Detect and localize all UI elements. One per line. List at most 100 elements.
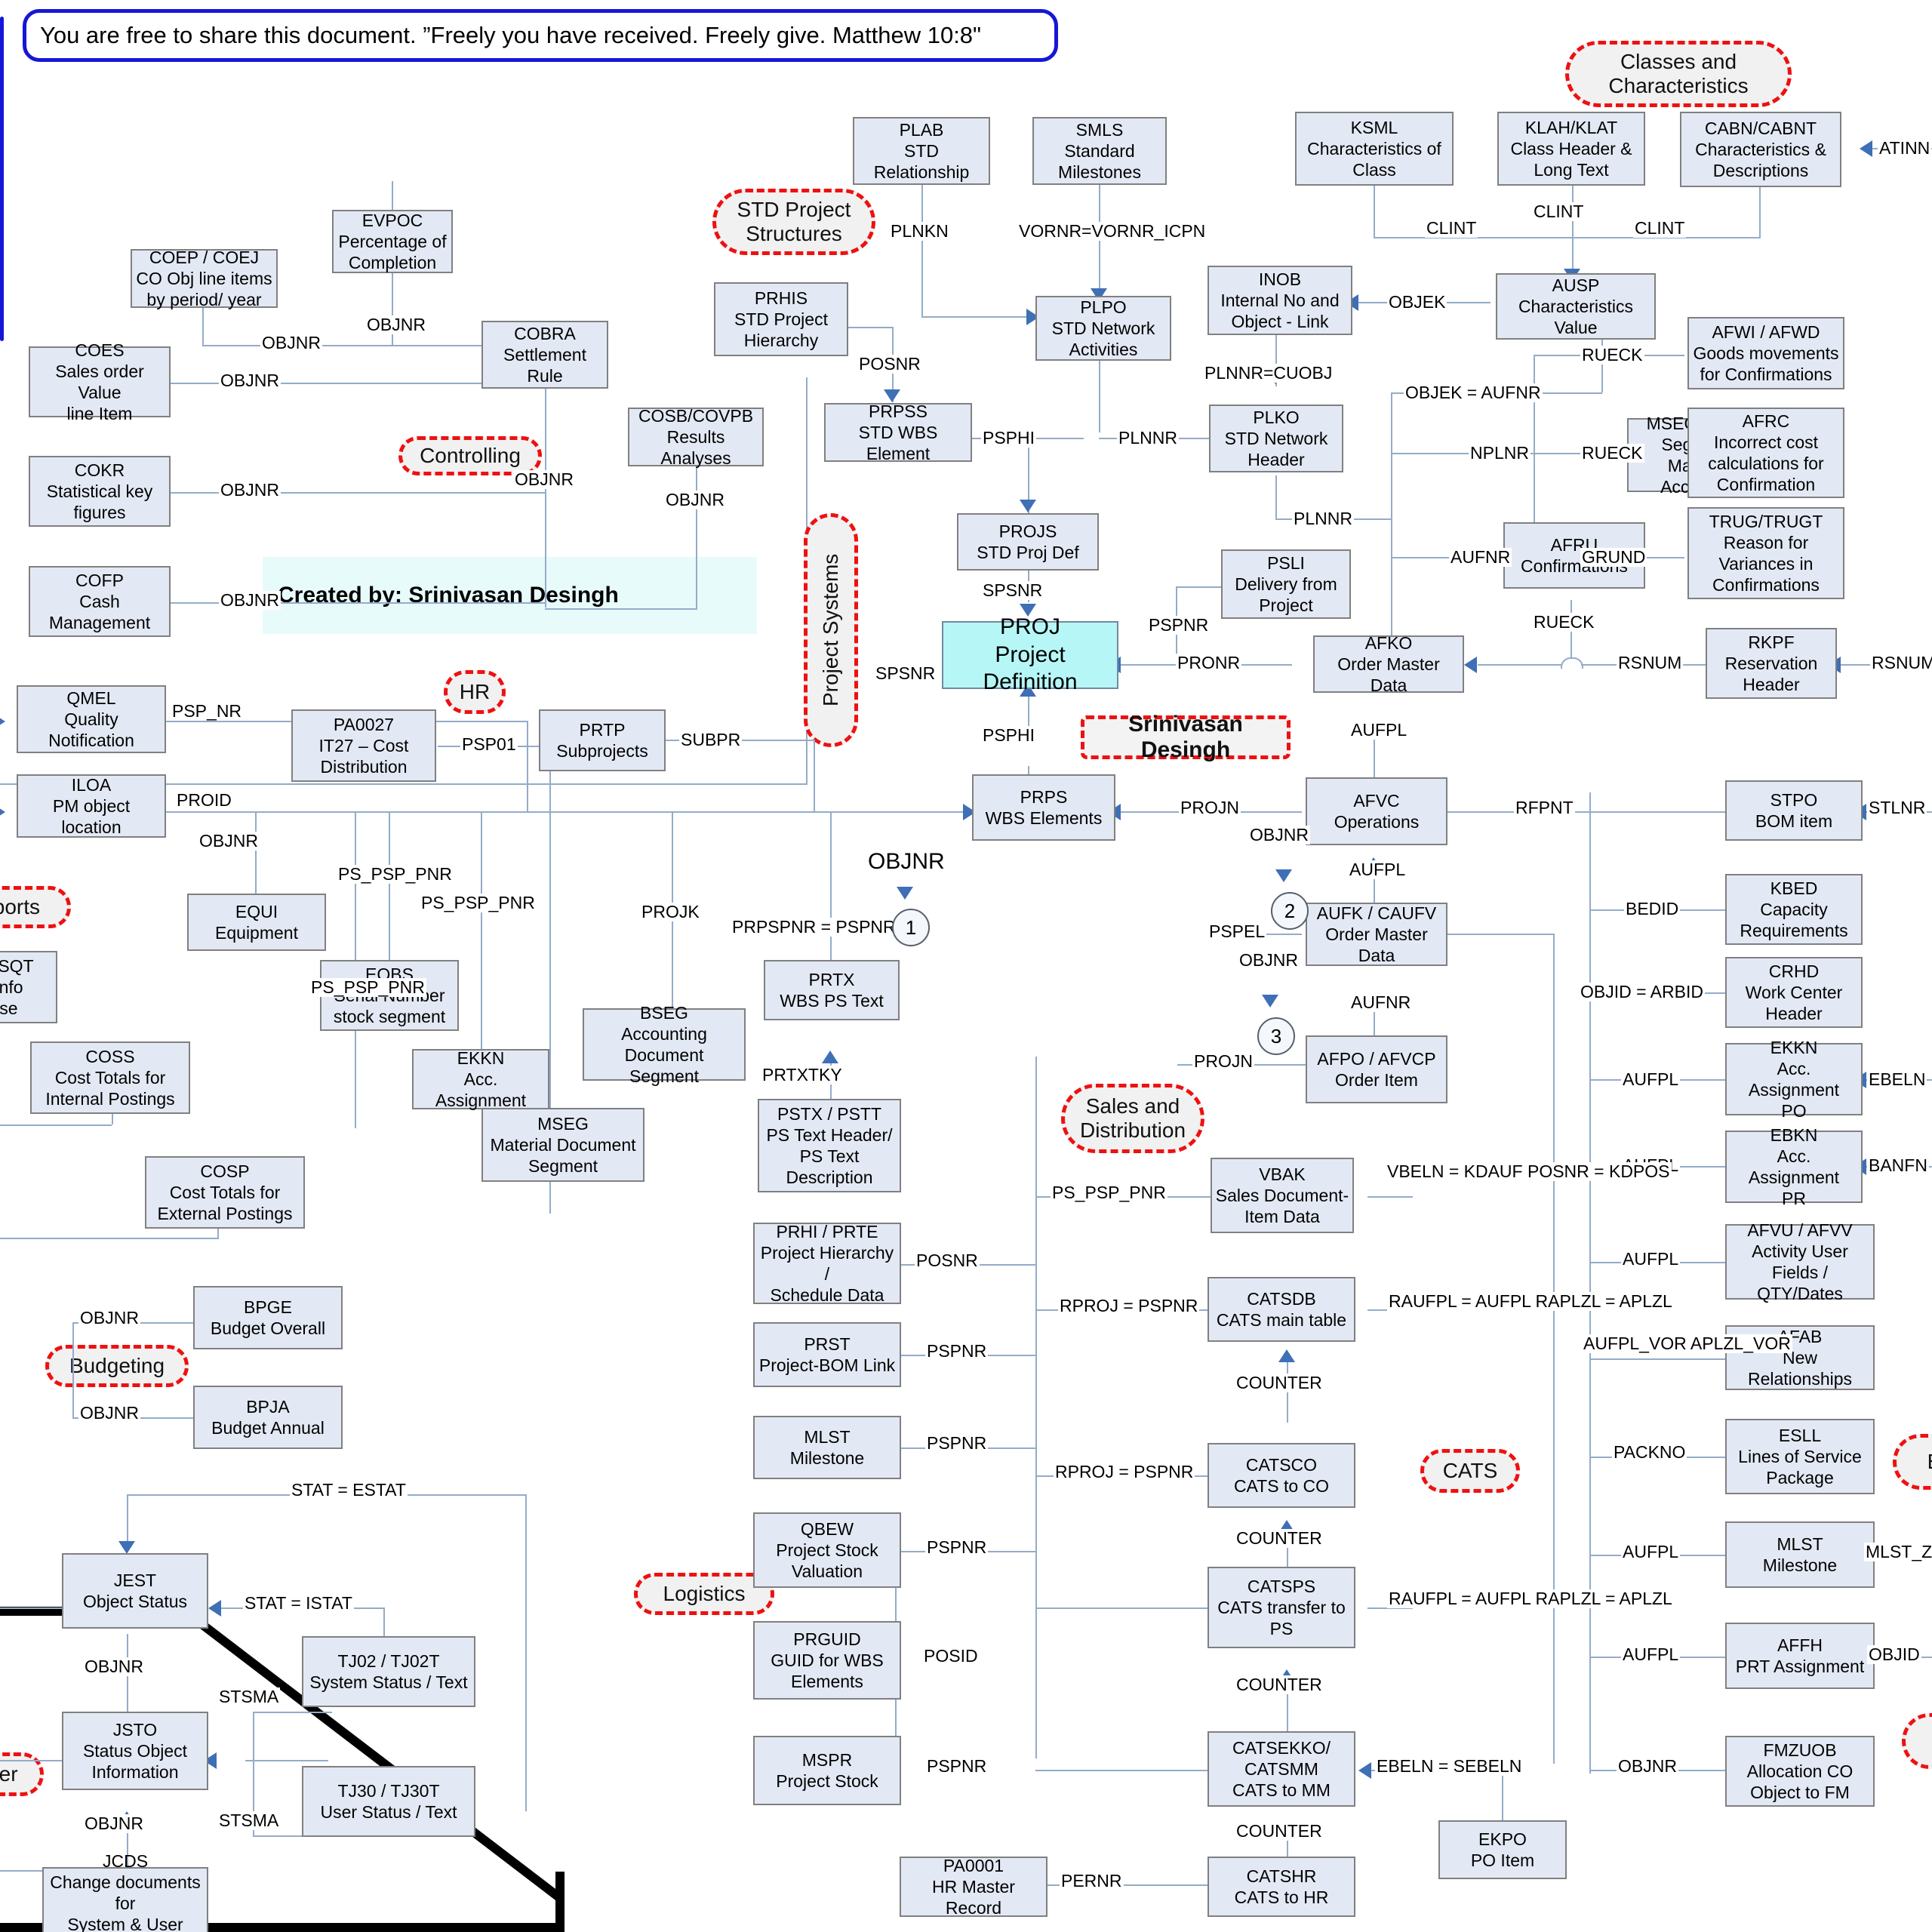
table-equi[interactable]: EQUI Equipment: [187, 894, 326, 951]
table-afvu-afvv[interactable]: AFVU / AFVV Activity User Fields / QTY/D…: [1725, 1220, 1875, 1303]
table-coss[interactable]: COSS Cost Totals for Internal Postings: [30, 1041, 190, 1114]
table-cofp[interactable]: COFP Cash Management: [29, 566, 171, 637]
table-qbew[interactable]: QBEW Project Stock Valuation: [753, 1512, 901, 1588]
table-catsps[interactable]: CATSPS CATS transfer to PS: [1208, 1567, 1355, 1648]
table-psli[interactable]: PSLI Delivery from Project: [1221, 549, 1351, 619]
table-qmel[interactable]: QMEL Quality Notification: [17, 685, 166, 753]
label-raufpl-2: RAUFPL = AUFPL RAPLZL = APLZL: [1387, 1589, 1674, 1609]
table-inob[interactable]: INOB Internal No and Object - Link: [1208, 266, 1352, 335]
table-cosp[interactable]: COSP Cost Totals for External Postings: [145, 1156, 305, 1229]
table-crhd[interactable]: CRHD Work Center Header: [1725, 957, 1863, 1028]
table-proj[interactable]: PROJ Project Definition: [942, 614, 1118, 694]
table-ekpo[interactable]: EKPO PO Item: [1438, 1820, 1567, 1879]
arrow-counter-catsdb: [1278, 1349, 1295, 1362]
table-stpo[interactable]: STPO BOM item: [1725, 780, 1863, 841]
table-tj02-tj02t[interactable]: TJ02 / TJ02T System Status / Text: [302, 1636, 475, 1707]
table-prps[interactable]: PRPS WBS Elements: [972, 774, 1115, 841]
table-plpo[interactable]: PLPO STD Network Activities: [1035, 296, 1171, 361]
table-cokr[interactable]: COKR Statistical key figures: [29, 456, 171, 527]
table-catsco[interactable]: CATSCO CATS to CO: [1208, 1443, 1355, 1508]
table-mseg[interactable]: MSEG Material Document Segment: [481, 1108, 645, 1182]
table-mspr[interactable]: MSPR Project Stock: [753, 1736, 901, 1805]
table-rkpf[interactable]: RKPF Reservation Header: [1706, 628, 1837, 699]
table-catsekko-catsmm[interactable]: CATSEKKO/ CATSMM CATS to MM: [1208, 1731, 1355, 1807]
table-ksml[interactable]: KSML Characteristics of Class: [1295, 112, 1454, 186]
table-vbak[interactable]: VBAK Sales Document- Item Data: [1211, 1158, 1354, 1233]
table-cobra[interactable]: COBRA Settlement Rule: [481, 321, 608, 389]
line-stsma-tj02: [253, 1712, 332, 1713]
arrow-psphi-projs: [1020, 500, 1036, 512]
label-projn-afvc: PROJN: [1179, 798, 1241, 818]
table-mlst-mid[interactable]: MLST Milestone: [753, 1416, 901, 1479]
table-afpo-afvcp[interactable]: AFPO / AFVCP Order Item: [1306, 1035, 1447, 1103]
table-mlst-right[interactable]: MLST Milestone: [1725, 1521, 1875, 1588]
table-projs[interactable]: PROJS STD Proj Def: [957, 513, 1099, 571]
table-evpoc[interactable]: EVPOC Percentage of Completion: [332, 210, 453, 273]
pill-budgeting: Budgeting: [45, 1345, 189, 1387]
table-afrc[interactable]: AFRC Incorrect cost calculations for Con…: [1687, 408, 1844, 498]
label-objnr-coes: OBJNR: [219, 371, 281, 391]
table-coep-coej[interactable]: COEP / COEJ CO Obj line items by period/…: [131, 248, 278, 309]
table-iloa[interactable]: ILOA PM object location: [17, 774, 166, 838]
line-afru-down: [1571, 600, 1572, 664]
table-affh[interactable]: AFFH PRT Assignment: [1725, 1623, 1875, 1689]
line-afab: [1589, 1358, 1727, 1360]
table-bseg[interactable]: BSEG Accounting Document Segment: [583, 1003, 746, 1086]
table-bpja[interactable]: BPJA Budget Annual: [193, 1386, 343, 1449]
table-coes[interactable]: COES Sales order Value line Item: [29, 340, 171, 423]
table-pa0001[interactable]: PA0001 HR Master Record: [900, 1856, 1048, 1918]
table-prtp[interactable]: PRTP Subprojects: [539, 709, 666, 771]
label-objnr-evpoc: OBJNR: [365, 315, 427, 335]
table-ebkn-pr[interactable]: EBKN Acc. Assignment PR: [1725, 1125, 1863, 1208]
table-prguid[interactable]: PRGUID GUID for WBS Elements: [753, 1621, 901, 1700]
table-aufk-caufv[interactable]: AUFK / CAUFV Order Master Data: [1306, 903, 1447, 966]
table-catshr[interactable]: CATSHR CATS to HR: [1208, 1857, 1355, 1917]
table-prhis[interactable]: PRHIS STD Project Hierarchy: [714, 282, 848, 356]
table-ekkn-po[interactable]: EKKN Acc. Assignment PO: [1725, 1038, 1863, 1121]
line-vbak-right: [1367, 1196, 1413, 1198]
table-jcds[interactable]: JCDS Change documents for System & User …: [42, 1851, 208, 1932]
table-plab[interactable]: PLAB STD Relationship: [853, 117, 990, 185]
line-aufnr-bus: [1391, 392, 1392, 653]
table-pa0027[interactable]: PA0027 IT27 – Cost Distribution: [291, 709, 436, 782]
line-jcds-left: [0, 1870, 44, 1872]
pill-cats-label: CATS: [1442, 1458, 1498, 1482]
line-plpo-down: [1099, 361, 1100, 432]
line-subpr-down: [814, 740, 815, 811]
table-smls[interactable]: SMLS Standard Milestones: [1032, 117, 1167, 185]
label-stsma-1: STSMA: [217, 1687, 281, 1707]
table-fmzuob[interactable]: FMZUOB Allocation CO Object to FM: [1725, 1736, 1875, 1807]
label-ps-psp-pnr-3: PS_PSP_PNR: [309, 977, 426, 998]
pill-reports: Reports: [0, 886, 71, 928]
table-ausp[interactable]: AUSP Characteristics Value: [1496, 273, 1656, 340]
diagram-canvas: You are free to share this document. ”Fr…: [0, 0, 1932, 1932]
table-kbed[interactable]: KBED Capacity Requirements: [1725, 874, 1863, 945]
table-catsdb[interactable]: CATSDB CATS main table: [1208, 1277, 1355, 1342]
table-cosb-covpb[interactable]: COSB/COVPB Results Analyses: [628, 406, 764, 468]
table-jest[interactable]: JEST Object Status: [62, 1553, 208, 1629]
table-plko[interactable]: PLKO STD Network Header: [1209, 405, 1343, 472]
table-prhi-prte[interactable]: PRHI / PRTE Project Hierarchy / Schedule…: [753, 1222, 901, 1305]
line-prtx-down: [830, 811, 832, 962]
table-rpsqt[interactable]: RPSQT t Info ase: [0, 951, 57, 1023]
table-esll[interactable]: ESLL Lines of Service Package: [1725, 1419, 1875, 1494]
table-ekkn[interactable]: EKKN Acc. Assignment: [412, 1048, 549, 1110]
label-ebeln: EBELN: [1867, 1069, 1927, 1090]
table-trug-trugt[interactable]: TRUG/TRUGT Reason for Variances in Confi…: [1687, 507, 1844, 599]
table-tj30-tj30t[interactable]: TJ30 / TJ30T User Status / Text: [302, 1766, 475, 1837]
table-prtx[interactable]: PRTX WBS PS Text: [764, 960, 900, 1020]
line-plab-to-plpo: [921, 316, 1027, 318]
table-prpss[interactable]: PRPSS STD WBS Element: [824, 401, 972, 463]
table-afvc[interactable]: AFVC Operations: [1306, 777, 1447, 845]
label-objnr-aufk: OBJNR: [1238, 950, 1300, 971]
label-objnr-jsto: OBJNR: [83, 1814, 145, 1834]
table-prst[interactable]: PRST Project-BOM Link: [753, 1322, 901, 1387]
table-jsto[interactable]: JSTO Status Object Information: [62, 1712, 208, 1790]
table-afwi-afwd[interactable]: AFWI / AFWD Goods movements for Confirma…: [1687, 317, 1844, 389]
table-cabn-cabnt[interactable]: CABN/CABNT Characteristics & Description…: [1680, 112, 1841, 187]
table-afko[interactable]: AFKO Order Master Data: [1313, 633, 1464, 695]
table-bpge[interactable]: BPGE Budget Overall: [193, 1286, 343, 1349]
table-klah-klat[interactable]: KLAH/KLAT Class Header & Long Text: [1497, 112, 1645, 186]
table-pstx-pstt[interactable]: PSTX / PSTT PS Text Header/ PS Text Desc…: [758, 1099, 901, 1192]
label-psp01: PSP01: [460, 734, 518, 755]
